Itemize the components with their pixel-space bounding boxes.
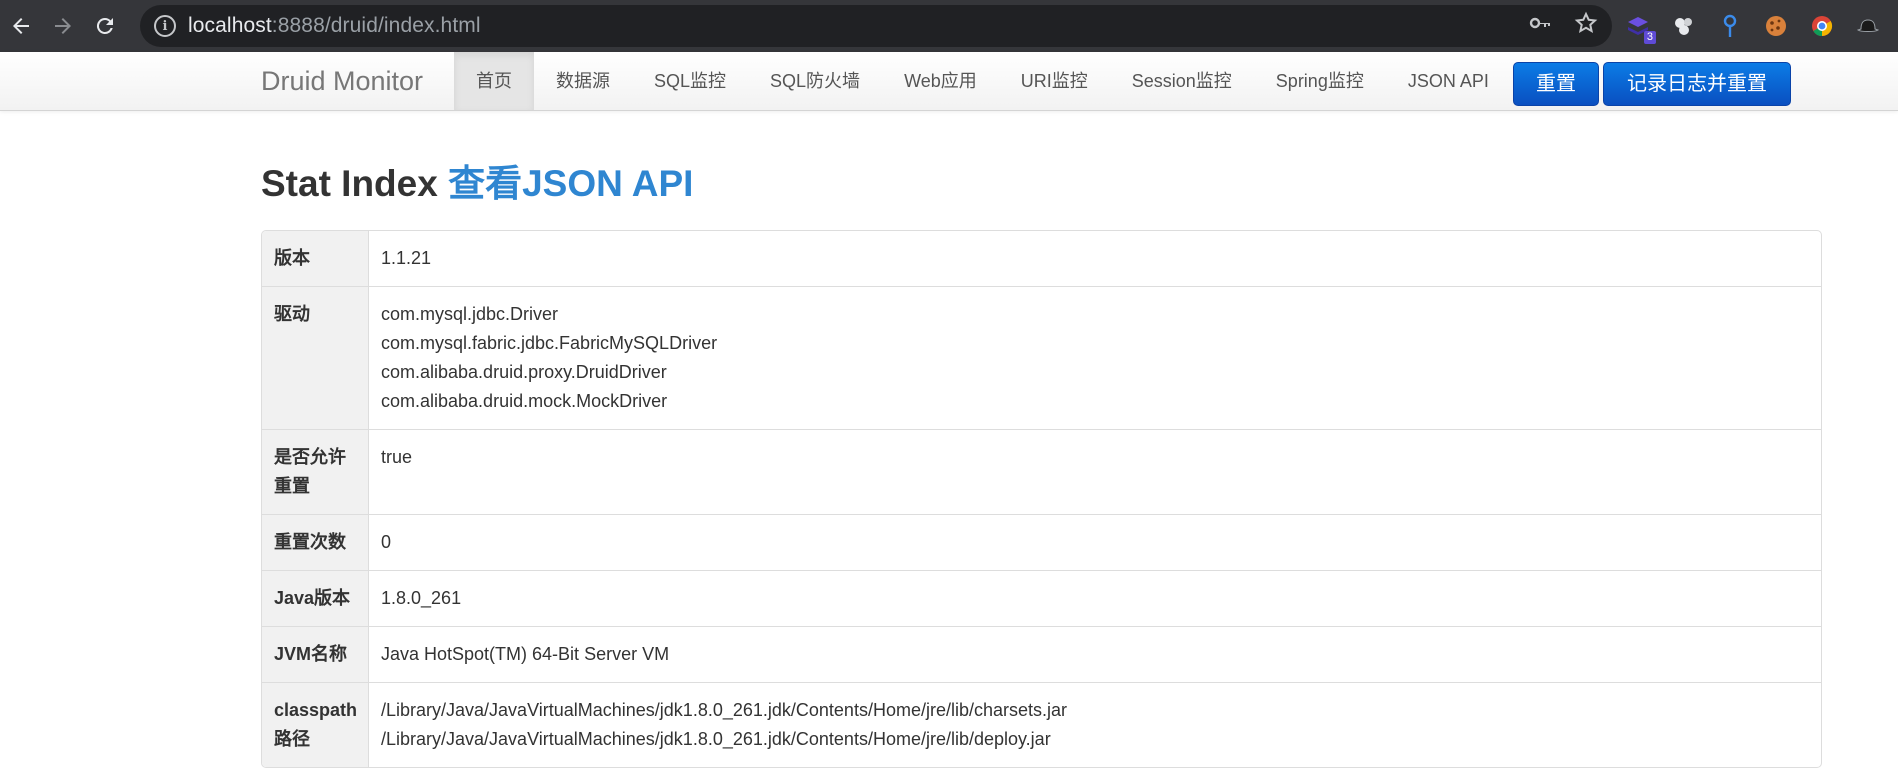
key-icon[interactable] xyxy=(1528,11,1552,41)
row-key: 是否允许 重置 xyxy=(262,430,369,514)
classpath-item: /Library/Java/JavaVirtualMachines/jdk1.8… xyxy=(381,729,1051,749)
url-path: :8888/druid/index.html xyxy=(271,14,481,37)
forward-arrow-icon[interactable] xyxy=(42,0,84,52)
stack-extension-icon[interactable]: 3 xyxy=(1624,12,1656,44)
view-json-api-link[interactable]: 查看JSON API xyxy=(448,163,693,204)
nav-item-spring-monitor[interactable]: Spring监控 xyxy=(1254,52,1386,110)
browser-toolbar: i localhost:8888/druid/index.html 3 xyxy=(0,0,1898,52)
table-row-reset-enable: 是否允许 重置 true xyxy=(262,429,1821,514)
table-row-reset-count: 重置次数 0 xyxy=(262,514,1821,570)
table-row-classpath: classpath 路径 /Library/Java/JavaVirtualMa… xyxy=(262,682,1821,767)
reset-button[interactable]: 重置 xyxy=(1513,62,1599,106)
nav-item-json-api[interactable]: JSON API xyxy=(1386,52,1511,110)
table-row-version: 版本 1.1.21 xyxy=(262,231,1821,286)
row-key-line: 重置 xyxy=(274,476,310,496)
row-key-line: 是否允许 xyxy=(274,447,346,467)
row-value: 1.8.0_261 xyxy=(381,588,462,608)
driver-item: com.mysql.jdbc.Driver xyxy=(381,304,559,324)
row-key-line: 路径 xyxy=(274,729,310,749)
row-key: Java版本 xyxy=(262,571,369,626)
row-value: /Library/Java/JavaVirtualMachines/jdk1.8… xyxy=(369,683,1821,767)
brand-title[interactable]: Druid Monitor xyxy=(261,52,423,110)
druid-navbar: Druid Monitor 首页 数据源 SQL监控 SQL防火墙 Web应用 … xyxy=(0,52,1898,111)
page-title: Stat Index 查看JSON API xyxy=(261,160,693,208)
row-value: com.mysql.jdbc.Driver com.mysql.fabric.j… xyxy=(369,287,1821,429)
row-key: JVM名称 xyxy=(262,627,369,682)
driver-item: com.mysql.fabric.jdbc.FabricMySQLDriver xyxy=(381,333,718,353)
info-icon[interactable]: i xyxy=(154,15,176,37)
nav-item-sql-firewall[interactable]: SQL防火墙 xyxy=(748,52,882,110)
url-host: localhost xyxy=(188,14,272,37)
chrome-extension-icon[interactable] xyxy=(1808,12,1836,40)
extension-badge: 3 xyxy=(1643,31,1656,44)
page-title-text: Stat Index xyxy=(261,163,438,204)
row-value: true xyxy=(381,447,413,467)
row-value: 0 xyxy=(381,532,392,552)
stat-table: 版本 1.1.21 驱动 com.mysql.jdbc.Driver com.m… xyxy=(261,230,1822,768)
nav-item-home[interactable]: 首页 xyxy=(454,52,534,110)
nav-item-session-monitor[interactable]: Session监控 xyxy=(1110,52,1254,110)
address-bar[interactable]: i localhost:8888/druid/index.html xyxy=(140,5,1612,47)
reload-icon[interactable] xyxy=(84,0,126,52)
back-arrow-icon[interactable] xyxy=(0,0,42,52)
table-row-jvm-name: JVM名称 Java HotSpot(TM) 64-Bit Server VM xyxy=(262,626,1821,682)
row-key: 驱动 xyxy=(262,287,369,429)
url-text[interactable]: localhost:8888/druid/index.html xyxy=(188,14,481,38)
nav-item-web-app[interactable]: Web应用 xyxy=(882,52,999,110)
nav-menu: 首页 数据源 SQL监控 SQL防火墙 Web应用 URI监控 Session监… xyxy=(454,52,1511,110)
nav-item-datasource[interactable]: 数据源 xyxy=(534,52,632,110)
nav-item-uri-monitor[interactable]: URI监控 xyxy=(999,52,1110,110)
driver-item: com.alibaba.druid.proxy.DruidDriver xyxy=(381,362,667,382)
log-and-reset-button[interactable]: 记录日志并重置 xyxy=(1603,62,1791,106)
table-row-drivers: 驱动 com.mysql.jdbc.Driver com.mysql.fabri… xyxy=(262,286,1821,429)
row-key-line: classpath xyxy=(274,700,358,720)
location-pin-icon[interactable] xyxy=(1716,12,1744,40)
driver-item: com.alibaba.druid.mock.MockDriver xyxy=(381,391,668,411)
row-key: 重置次数 xyxy=(262,515,369,570)
nav-item-sql-monitor[interactable]: SQL监控 xyxy=(632,52,748,110)
row-key: 版本 xyxy=(262,231,369,286)
table-row-java-version: Java版本 1.8.0_261 xyxy=(262,570,1821,626)
bubbles-extension-icon[interactable] xyxy=(1670,12,1698,40)
extensions-area: 3 xyxy=(1624,0,1882,52)
row-value: Java HotSpot(TM) 64-Bit Server VM xyxy=(381,644,670,664)
cookie-icon[interactable] xyxy=(1762,12,1790,40)
classpath-item: /Library/Java/JavaVirtualMachines/jdk1.8… xyxy=(381,700,1068,720)
star-icon[interactable] xyxy=(1574,11,1598,41)
hat-extension-icon[interactable] xyxy=(1854,12,1882,40)
row-key: classpath 路径 xyxy=(262,683,369,767)
row-value: 1.1.21 xyxy=(381,248,432,268)
